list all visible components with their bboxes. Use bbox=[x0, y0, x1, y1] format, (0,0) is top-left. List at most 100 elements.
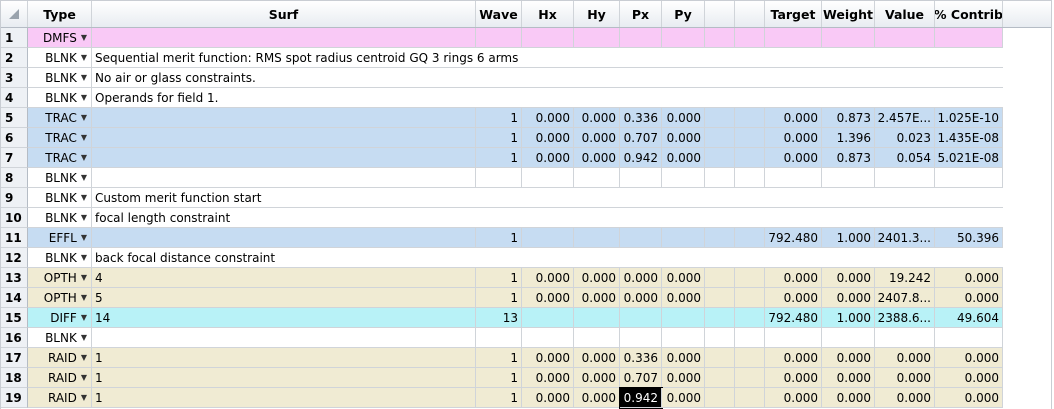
row-number[interactable]: 12 bbox=[1, 248, 28, 268]
cell-blank[interactable] bbox=[735, 328, 765, 348]
cell-weight[interactable]: 1.396 bbox=[822, 128, 875, 148]
cell-wave[interactable]: 1 bbox=[476, 348, 522, 368]
cell-target[interactable]: 0.000 bbox=[765, 388, 822, 408]
cell-weight[interactable] bbox=[822, 168, 875, 188]
comment-text[interactable]: focal length constraint bbox=[92, 208, 1003, 228]
cell-hy[interactable] bbox=[574, 228, 620, 248]
cell-weight[interactable]: 0.000 bbox=[822, 368, 875, 388]
operand-type-dropdown[interactable]: BLNK ▼ bbox=[28, 328, 92, 348]
cell-blank[interactable] bbox=[705, 28, 735, 48]
cell-value[interactable] bbox=[875, 28, 935, 48]
cell-surf[interactable]: 1 bbox=[92, 348, 476, 368]
row-number[interactable]: 15 bbox=[1, 308, 28, 328]
cell-py[interactable]: 0.000 bbox=[662, 348, 705, 368]
cell-hy[interactable] bbox=[574, 308, 620, 328]
cell-blank[interactable] bbox=[705, 308, 735, 328]
cell-hx[interactable]: 0.000 bbox=[522, 108, 574, 128]
dropdown-arrow-icon[interactable]: ▼ bbox=[81, 173, 87, 182]
cell-contrib[interactable]: 0.000 bbox=[935, 348, 1003, 368]
cell-target[interactable]: 0.000 bbox=[765, 348, 822, 368]
column-header-weight[interactable]: Weight bbox=[822, 1, 875, 27]
cell-value[interactable]: 0.054 bbox=[875, 148, 935, 168]
cell-target[interactable]: 0.000 bbox=[765, 288, 822, 308]
dropdown-arrow-icon[interactable]: ▼ bbox=[81, 273, 87, 282]
cell-target[interactable]: 0.000 bbox=[765, 268, 822, 288]
dropdown-arrow-icon[interactable]: ▼ bbox=[81, 53, 87, 62]
row-number[interactable]: 2 bbox=[1, 48, 28, 68]
cell-px[interactable] bbox=[620, 28, 662, 48]
cell-blank[interactable] bbox=[705, 128, 735, 148]
cell-target[interactable]: 0.000 bbox=[765, 368, 822, 388]
operand-type-dropdown[interactable]: BLNK ▼ bbox=[28, 48, 92, 68]
cell-hx[interactable]: 0.000 bbox=[522, 148, 574, 168]
select-all-corner[interactable] bbox=[1, 1, 28, 27]
cell-wave[interactable]: 1 bbox=[476, 128, 522, 148]
cell-surf[interactable]: 5 bbox=[92, 288, 476, 308]
cell-blank[interactable] bbox=[735, 268, 765, 288]
cell-surf[interactable] bbox=[92, 148, 476, 168]
cell-hx[interactable]: 0.000 bbox=[522, 288, 574, 308]
cell-px[interactable]: 0.000 bbox=[620, 268, 662, 288]
comment-text[interactable]: Operands for field 1. bbox=[92, 88, 1003, 108]
row-number[interactable]: 18 bbox=[1, 368, 28, 388]
row-number[interactable]: 8 bbox=[1, 168, 28, 188]
cell-hx[interactable]: 0.000 bbox=[522, 348, 574, 368]
cell-hx[interactable]: 0.000 bbox=[522, 128, 574, 148]
operand-type-dropdown[interactable]: RAID ▼ bbox=[28, 368, 92, 388]
cell-blank[interactable] bbox=[735, 288, 765, 308]
cell-surf[interactable] bbox=[92, 168, 476, 188]
cell-blank[interactable] bbox=[735, 168, 765, 188]
row-number[interactable]: 14 bbox=[1, 288, 28, 308]
cell-wave[interactable] bbox=[476, 168, 522, 188]
cell-blank[interactable] bbox=[705, 388, 735, 408]
operand-type-dropdown[interactable]: BLNK ▼ bbox=[28, 208, 92, 228]
row-number[interactable]: 1 bbox=[1, 28, 28, 48]
row-number[interactable]: 13 bbox=[1, 268, 28, 288]
cell-surf[interactable]: 4 bbox=[92, 268, 476, 288]
operand-type-dropdown[interactable]: TRAC ▼ bbox=[28, 148, 92, 168]
operand-type-dropdown[interactable]: RAID ▼ bbox=[28, 388, 92, 408]
cell-weight[interactable]: 0.000 bbox=[822, 268, 875, 288]
cell-hy[interactable]: 0.000 bbox=[574, 108, 620, 128]
cell-blank[interactable] bbox=[735, 128, 765, 148]
cell-target[interactable] bbox=[765, 328, 822, 348]
cell-wave[interactable]: 1 bbox=[476, 288, 522, 308]
cell-hx[interactable]: 0.000 bbox=[522, 268, 574, 288]
cell-surf[interactable] bbox=[92, 128, 476, 148]
operand-type-dropdown[interactable]: BLNK ▼ bbox=[28, 88, 92, 108]
dropdown-arrow-icon[interactable]: ▼ bbox=[81, 93, 87, 102]
cell-wave[interactable]: 1 bbox=[476, 388, 522, 408]
cell-blank[interactable] bbox=[705, 328, 735, 348]
column-header-target[interactable]: Target bbox=[765, 1, 822, 27]
cell-contrib[interactable]: 0.000 bbox=[935, 388, 1003, 408]
cell-value[interactable]: 0.000 bbox=[875, 388, 935, 408]
cell-hx[interactable] bbox=[522, 328, 574, 348]
operand-type-dropdown[interactable]: TRAC ▼ bbox=[28, 108, 92, 128]
operand-type-dropdown[interactable]: BLNK ▼ bbox=[28, 68, 92, 88]
cell-weight[interactable] bbox=[822, 328, 875, 348]
cell-weight[interactable] bbox=[822, 28, 875, 48]
dropdown-arrow-icon[interactable]: ▼ bbox=[81, 393, 87, 402]
cell-hy[interactable] bbox=[574, 328, 620, 348]
row-number[interactable]: 9 bbox=[1, 188, 28, 208]
cell-contrib[interactable] bbox=[935, 28, 1003, 48]
cell-wave[interactable]: 1 bbox=[476, 368, 522, 388]
operand-type-dropdown[interactable]: OPTH ▼ bbox=[28, 268, 92, 288]
cell-px[interactable]: 0.707 bbox=[620, 368, 662, 388]
cell-px[interactable] bbox=[620, 228, 662, 248]
cell-px[interactable]: 0.000 bbox=[620, 288, 662, 308]
operand-type-dropdown[interactable]: DIFF ▼ bbox=[28, 308, 92, 328]
cell-hy[interactable]: 0.000 bbox=[574, 368, 620, 388]
cell-px[interactable]: 0.942 bbox=[620, 148, 662, 168]
cell-contrib[interactable]: 50.396 bbox=[935, 228, 1003, 248]
column-header-px[interactable]: Px bbox=[620, 1, 662, 27]
cell-py[interactable] bbox=[662, 168, 705, 188]
cell-py[interactable] bbox=[662, 28, 705, 48]
cell-target[interactable]: 0.000 bbox=[765, 128, 822, 148]
dropdown-arrow-icon[interactable]: ▼ bbox=[81, 353, 87, 362]
cell-weight[interactable]: 0.873 bbox=[822, 108, 875, 128]
cell-blank[interactable] bbox=[705, 228, 735, 248]
cell-hx[interactable]: 0.000 bbox=[522, 368, 574, 388]
row-number[interactable]: 16 bbox=[1, 328, 28, 348]
row-number[interactable]: 11 bbox=[1, 228, 28, 248]
